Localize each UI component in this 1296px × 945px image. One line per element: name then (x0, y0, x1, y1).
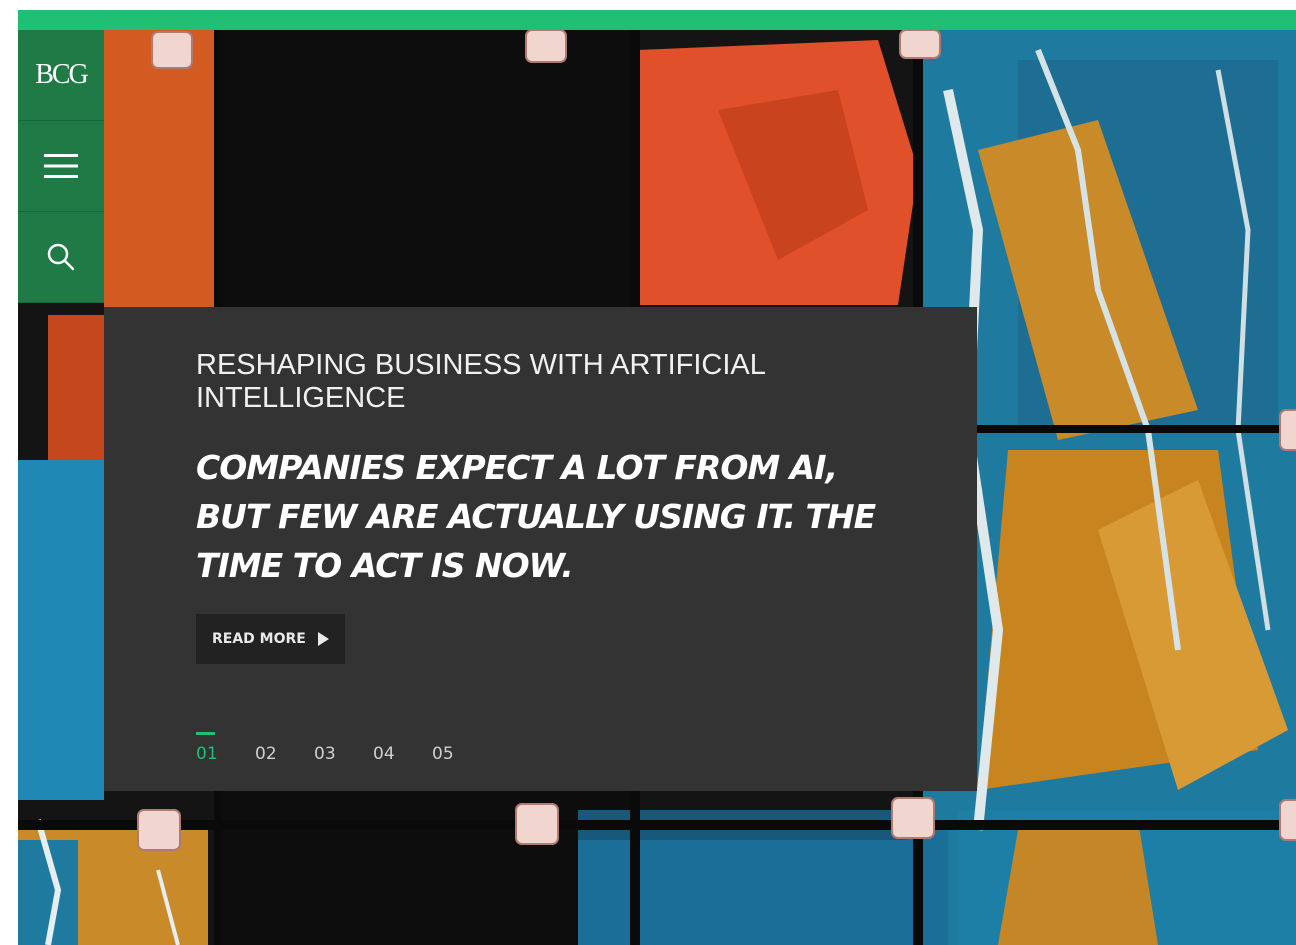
pager-item-02[interactable]: 02 (255, 732, 314, 764)
hero-card: RESHAPING BUSINESS WITH ARTIFICIAL INTEL… (104, 307, 977, 791)
read-more-button[interactable]: READ MORE (196, 614, 345, 664)
menu-button[interactable] (18, 121, 104, 212)
hamburger-menu-icon[interactable] (44, 153, 78, 179)
top-accent-bar (18, 10, 1296, 30)
side-navigation: BCG (18, 30, 104, 303)
bcg-logo[interactable]: BCG (35, 59, 89, 91)
page: BCG RESHAPING BUSINESS WITH ARTIFICIAL I… (18, 10, 1296, 945)
read-more-label: READ MORE (212, 631, 306, 647)
logo-cell[interactable]: BCG (18, 30, 104, 121)
pager-item-05[interactable]: 05 (432, 732, 491, 764)
slide-pager: 01 02 03 04 05 (196, 732, 491, 764)
hero-kicker: RESHAPING BUSINESS WITH ARTIFICIAL INTEL… (196, 349, 765, 414)
search-button[interactable] (18, 212, 104, 303)
play-arrow-icon (317, 632, 329, 646)
hero-headline[interactable]: COMPANIES EXPECT A LOT FROM AI, BUT FEW … (196, 443, 896, 590)
pager-item-01[interactable]: 01 (196, 732, 255, 764)
pager-item-03[interactable]: 03 (314, 732, 373, 764)
search-icon[interactable] (46, 242, 76, 272)
pager-item-04[interactable]: 04 (373, 732, 432, 764)
